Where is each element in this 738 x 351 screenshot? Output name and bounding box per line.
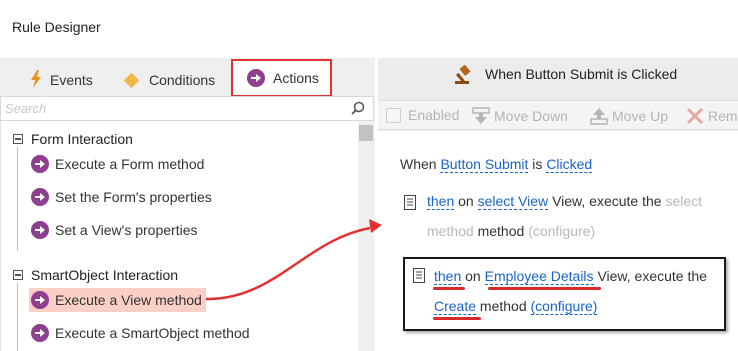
view-suffix-text: View, execute the <box>552 193 662 209</box>
group-label: SmartObject Interaction <box>31 267 179 283</box>
tab-actions[interactable]: Actions <box>231 59 332 97</box>
tab-strip: Events Conditions Actions <box>0 58 375 97</box>
arrow-circle-icon <box>247 69 265 87</box>
document-icon <box>413 268 425 283</box>
tab-actions-label: Actions <box>273 70 319 86</box>
tree-scrollbar[interactable] <box>358 121 374 351</box>
method-placeholder[interactable]: method <box>427 223 474 239</box>
search-input[interactable] <box>5 99 345 118</box>
tab-events[interactable]: Events <box>30 64 93 96</box>
event-link[interactable]: Clicked <box>546 156 593 173</box>
move-up-label: Move Up <box>612 108 669 124</box>
employee-details-view-link[interactable]: Employee Details <box>484 268 594 285</box>
move-down-label: Move Down <box>494 108 568 124</box>
scrollbar-thumb[interactable] <box>359 125 373 141</box>
enabled-label: Enabled <box>408 107 460 123</box>
tree-connector <box>17 147 18 251</box>
arrow-circle-icon <box>31 188 49 206</box>
rule-header: When Button Submit is Clicked <box>378 58 738 94</box>
move-down-button[interactable]: Move Down <box>472 107 568 125</box>
rule-title: When Button Submit is Clicked <box>485 66 678 82</box>
remove-button[interactable]: Rem <box>686 107 738 125</box>
configure-link-disabled[interactable]: (configure) <box>528 223 595 239</box>
rule-toolbar: Enabled Move Down Move Up Rem <box>378 100 738 130</box>
red-underline <box>488 287 601 290</box>
create-method-link[interactable]: Create <box>434 298 477 315</box>
group-form-interaction[interactable]: Form Interaction <box>13 131 133 147</box>
diamond-icon <box>123 72 140 88</box>
when-text: When <box>400 156 437 172</box>
highlight-callout: then on Employee Details View, execute t… <box>403 257 726 331</box>
arrow-circle-icon <box>31 221 49 239</box>
lightning-bolt-icon <box>30 69 42 91</box>
action-line-2: then on Employee Details View, execute t… <box>434 268 707 285</box>
red-underline <box>433 317 481 320</box>
move-down-icon <box>472 107 490 124</box>
select-view-link[interactable]: select View <box>477 193 549 210</box>
arrow-circle-icon <box>31 291 49 309</box>
document-icon <box>404 195 416 210</box>
search-icon[interactable] <box>351 101 365 115</box>
list-item-label: Execute a Form method <box>55 156 205 172</box>
action-line-1b: method method (configure) <box>427 223 595 239</box>
search-box <box>0 96 374 121</box>
group-label: Form Interaction <box>31 131 133 147</box>
tab-conditions[interactable]: Conditions <box>123 64 216 96</box>
arrow-circle-icon <box>31 324 49 342</box>
window-title: Rule Designer <box>12 19 101 35</box>
list-item[interactable]: Set the Form's properties <box>29 185 216 209</box>
action-line-1: then on select View View, execute the se… <box>427 193 702 210</box>
list-item[interactable]: Execute a SmartObject method <box>29 321 254 345</box>
list-item-label: Set a View's properties <box>55 222 198 238</box>
is-text: is <box>532 156 543 172</box>
enabled-toggle[interactable]: Enabled <box>386 107 459 123</box>
arrow-circle-icon <box>31 155 49 173</box>
enabled-checkbox[interactable] <box>386 107 401 123</box>
tab-conditions-label: Conditions <box>149 72 216 88</box>
red-underline <box>433 287 465 290</box>
actions-tree: Form Interaction Execute a Form method S… <box>0 121 358 351</box>
on-text: on <box>465 268 481 284</box>
gavel-icon <box>455 65 471 84</box>
collapse-icon[interactable] <box>13 134 23 144</box>
title-bar: Rule Designer <box>0 0 738 58</box>
then-link[interactable]: then <box>427 193 455 210</box>
action-line-2b: Create method (configure) <box>434 298 598 315</box>
left-panel: Events Conditions Actions Form Interacti… <box>0 58 375 351</box>
method-text: method <box>477 223 525 239</box>
list-item-label: Execute a SmartObject method <box>55 325 250 341</box>
list-item-selected[interactable]: Execute a View method <box>29 288 206 312</box>
remove-label: Rem <box>708 108 738 124</box>
when-line: When Button Submit is Clicked <box>400 156 593 173</box>
remove-icon <box>686 107 704 125</box>
list-item[interactable]: Set a View's properties <box>29 218 202 242</box>
configure-link[interactable]: (configure) <box>530 298 598 315</box>
view-suffix-text: View, execute the <box>597 268 707 284</box>
method-text: method <box>479 298 527 314</box>
on-text: on <box>458 193 474 209</box>
list-item-label: Set the Form's properties <box>55 189 212 205</box>
tree-connector <box>17 283 18 351</box>
move-up-icon <box>590 108 608 125</box>
then-link[interactable]: then <box>434 268 462 285</box>
collapse-icon[interactable] <box>13 270 23 280</box>
list-item[interactable]: Execute a Form method <box>29 152 208 176</box>
tab-events-label: Events <box>50 72 93 88</box>
control-link[interactable]: Button Submit <box>440 156 529 173</box>
list-item-label: Execute a View method <box>55 292 202 308</box>
group-smartobject-interaction[interactable]: SmartObject Interaction <box>13 267 178 283</box>
select-method-placeholder[interactable]: select <box>665 193 702 209</box>
move-up-button[interactable]: Move Up <box>590 107 668 125</box>
